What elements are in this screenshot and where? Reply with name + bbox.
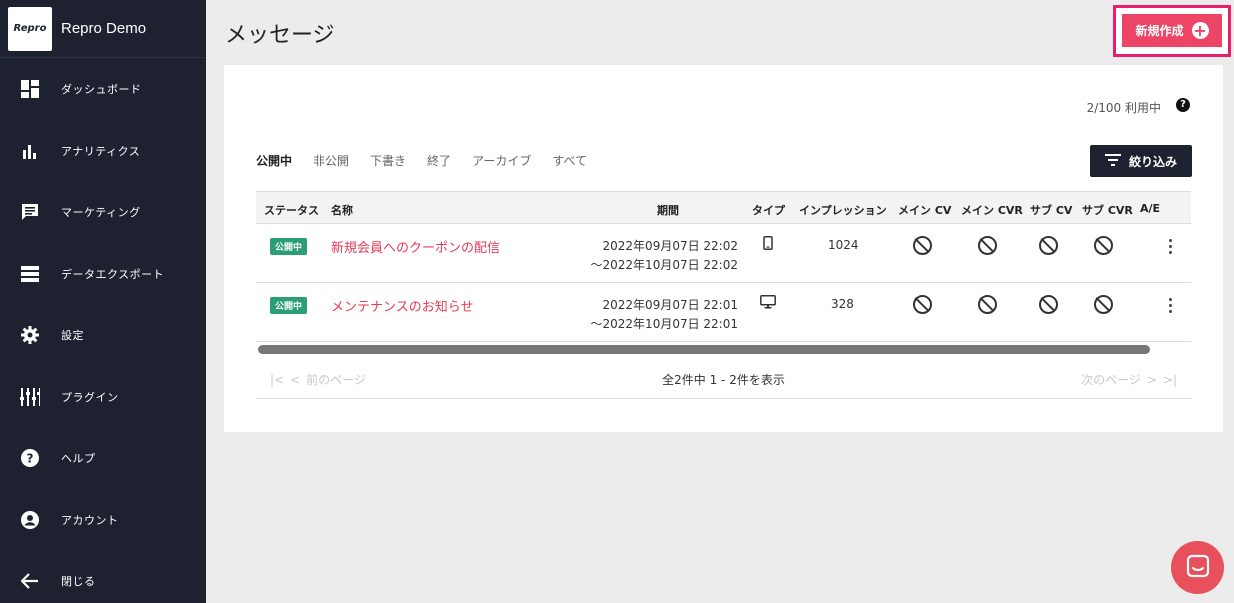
tab-draft[interactable]: 下書き (370, 152, 406, 169)
sidebar-item-label: ダッシュボード (61, 83, 142, 96)
column-header-sub-cv[interactable]: サブ CV (1030, 202, 1072, 218)
not-available-icon (1094, 295, 1113, 314)
pagination-info: 全2件中 1 - 2件を表示 (662, 373, 785, 387)
help-icon[interactable]: ? (1176, 98, 1190, 112)
tab-published[interactable]: 公開中 (256, 152, 292, 169)
column-header-main-cvr[interactable]: メイン CVR (961, 202, 1023, 218)
next-page-label: 次のページ (1081, 373, 1141, 387)
tab-ended[interactable]: 終了 (427, 152, 451, 169)
table-header: ステータス 名称 期間 タイプ インプレッション メイン CV メイン CVR … (256, 191, 1191, 224)
column-header-type[interactable]: タイプ (752, 202, 785, 218)
period-start: 2022年09月07日 22:01 (602, 298, 738, 312)
not-available-icon (1094, 236, 1113, 255)
sidebar-item-marketing[interactable]: マーケティング (0, 192, 206, 232)
sidebar-item-settings[interactable]: 設定 (0, 315, 206, 355)
sidebar-item-label: アカウント (61, 514, 119, 527)
period-start: 2022年09月07日 22:02 (602, 239, 738, 253)
sidebar-item-label: 設定 (61, 329, 84, 342)
list-icon (20, 264, 40, 284)
period-end: 〜2022年10月07日 22:02 (590, 258, 738, 272)
chevron-right-icon: > (1146, 372, 1157, 387)
column-header-status[interactable]: ステータス (264, 202, 319, 218)
chat-launcher-button[interactable] (1171, 541, 1224, 594)
impressions-value: 328 (831, 297, 854, 311)
repro-logo[interactable]: Repro (8, 6, 52, 51)
desktop-icon (760, 295, 776, 312)
sidebar-item-label: マーケティング (61, 206, 141, 219)
page-title: メッセージ (225, 23, 335, 48)
create-new-label: 新規作成 (1135, 24, 1184, 38)
horizontal-scrollbar[interactable] (258, 345, 1150, 354)
sidebar-item-help[interactable]: ? ヘルプ (0, 438, 206, 478)
usage-count: 2/100 利用中 (1086, 101, 1161, 115)
status-tabs: 公開中 非公開 下書き 終了 アーカイブ すべて (256, 152, 587, 169)
last-page-icon: >| (1162, 372, 1177, 387)
sidebar-item-label: プラグイン (61, 391, 119, 404)
svg-text:?: ? (27, 452, 34, 466)
pagination: |< < 前のページ 全2件中 1 - 2件を表示 次のページ > >| (256, 361, 1191, 399)
not-available-icon (1039, 236, 1058, 255)
impressions-value: 1024 (828, 238, 859, 252)
period: 2022年09月07日 22:01 〜2022年10月07日 22:01 (591, 296, 738, 334)
bar-chart-icon (20, 141, 40, 161)
period-end: 〜2022年10月07日 22:01 (590, 317, 738, 331)
sidebar-item-label: ヘルプ (61, 452, 96, 465)
sidebar-item-close[interactable]: 閉じる (0, 561, 206, 601)
status-badge: 公開中 (270, 238, 308, 255)
arrow-left-icon (20, 571, 40, 591)
message-name-link[interactable]: 新規会員へのクーポンの配信 (331, 237, 500, 256)
not-available-icon (913, 236, 932, 255)
column-header-ab[interactable]: A/E (1140, 202, 1160, 215)
tab-unpublished[interactable]: 非公開 (313, 152, 349, 169)
not-available-icon (913, 295, 932, 314)
create-new-button[interactable]: 新規作成 + (1122, 14, 1222, 47)
plus-circle-icon: + (1191, 21, 1209, 40)
filter-icon (1104, 153, 1121, 169)
column-header-period[interactable]: 期間 (657, 202, 679, 218)
sidebar-item-label: アナリティクス (61, 145, 141, 158)
not-available-icon (1039, 295, 1058, 314)
create-button-highlight: 新規作成 + (1113, 5, 1231, 57)
column-header-impressions[interactable]: インプレッション (799, 202, 887, 218)
messages-table: ステータス 名称 期間 タイプ インプレッション メイン CV メイン CVR … (256, 191, 1191, 342)
period: 2022年09月07日 22:02 〜2022年10月07日 22:02 (591, 237, 738, 275)
column-header-name[interactable]: 名称 (331, 202, 353, 218)
column-header-main-cv[interactable]: メイン CV (898, 202, 951, 218)
gear-icon (20, 325, 40, 345)
project-name[interactable]: Repro Demo (61, 20, 146, 37)
sidebar-item-account[interactable]: アカウント (0, 500, 206, 540)
help-icon: ? (20, 448, 40, 468)
sidebar-item-label: データエクスポート (61, 268, 165, 281)
tab-archive[interactable]: アーカイブ (472, 152, 531, 169)
sidebar-item-dashboard[interactable]: ダッシュボード (0, 69, 206, 109)
account-icon (20, 510, 40, 530)
message-name-link[interactable]: メンテナンスのお知らせ (331, 296, 473, 315)
more-menu-icon[interactable] (1169, 239, 1172, 257)
next-page-button[interactable]: 次のページ > >| (1081, 371, 1177, 388)
dashboard-icon (20, 79, 40, 99)
table-row[interactable]: 公開中 メンテナンスのお知らせ 2022年09月07日 22:01 〜2022年… (256, 283, 1191, 342)
filter-button[interactable]: 絞り込み (1090, 145, 1192, 177)
equalizer-icon (20, 387, 40, 407)
chat-icon (1186, 554, 1210, 582)
messages-card: 2/100 利用中 ? 公開中 非公開 下書き 終了 アーカイブ すべて 絞り込… (224, 65, 1223, 432)
sidebar: Repro Repro Demo ダッシュボード アナリティクス マーケティング… (0, 0, 206, 603)
not-available-icon (978, 236, 997, 255)
sidebar-item-label: 閉じる (61, 575, 96, 588)
table-row[interactable]: 公開中 新規会員へのクーポンの配信 2022年09月07日 22:02 〜202… (256, 224, 1191, 283)
sidebar-item-analytics[interactable]: アナリティクス (0, 131, 206, 171)
status-badge: 公開中 (270, 297, 308, 314)
sidebar-item-plugins[interactable]: プラグイン (0, 377, 206, 417)
not-available-icon (978, 295, 997, 314)
sidebar-item-data-export[interactable]: データエクスポート (0, 254, 206, 294)
filter-label: 絞り込み (1128, 154, 1177, 169)
brand: Repro Repro Demo (0, 0, 206, 58)
more-menu-icon[interactable] (1169, 298, 1172, 316)
column-header-sub-cvr[interactable]: サブ CVR (1082, 202, 1133, 218)
tab-all[interactable]: すべて (552, 152, 587, 169)
message-icon (20, 202, 40, 222)
mobile-icon (762, 236, 774, 253)
